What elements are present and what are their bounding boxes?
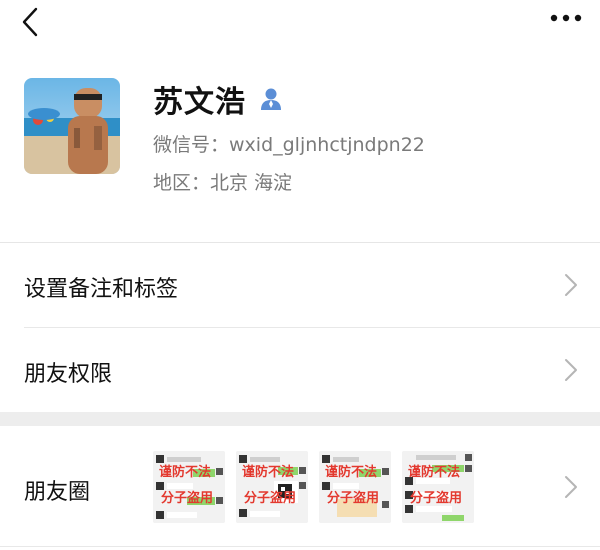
watermark-text: 分子盗用 xyxy=(161,491,214,506)
watermark-text: 谨防不法 xyxy=(242,465,295,480)
more-dots-icon xyxy=(550,14,582,22)
moments-thumbnail[interactable]: 谨防不法 分子盗用 xyxy=(153,451,225,523)
wechat-id: 微信号：wxid_gljnhctjndpn22 xyxy=(153,134,425,156)
back-button[interactable] xyxy=(12,4,48,40)
moments-thumbnail[interactable]: 谨防不法 分子盗用 xyxy=(402,451,474,523)
watermark-text: 谨防不法 xyxy=(408,465,461,480)
set-remark-and-tags-row[interactable]: 设置备注和标签 xyxy=(0,243,600,327)
bottom-divider xyxy=(0,546,600,547)
top-navigation-bar xyxy=(0,0,600,44)
avatar-photo xyxy=(24,78,120,174)
chevron-right-icon xyxy=(565,476,577,498)
friend-permissions-row[interactable]: 朋友权限 xyxy=(0,328,600,412)
profile-header: 苏文浩 微信号：wxid_gljnhctjndpn22 地区：北京 海淀 xyxy=(0,60,600,242)
watermark-text: 谨防不法 xyxy=(159,465,212,480)
set-remark-and-tags-label: 设置备注和标签 xyxy=(24,277,179,302)
user-badge-icon xyxy=(261,88,281,110)
chevron-right-icon xyxy=(565,359,577,381)
watermark-text: 分子盗用 xyxy=(327,491,380,506)
region: 地区：北京 海淀 xyxy=(153,172,293,194)
avatar[interactable] xyxy=(24,78,120,174)
watermark-text: 谨防不法 xyxy=(325,465,378,480)
moments-label: 朋友圈 xyxy=(24,480,91,505)
more-options-button[interactable] xyxy=(546,4,586,32)
moments-thumbnail[interactable]: 谨防不法 分子盗用 xyxy=(319,451,391,523)
chevron-left-icon xyxy=(22,7,38,37)
name-row: 苏文浩 xyxy=(153,77,284,121)
friend-permissions-label: 朋友权限 xyxy=(24,362,113,387)
contact-name: 苏文浩 xyxy=(153,85,246,120)
chevron-right-icon xyxy=(565,274,577,296)
moments-thumbnail[interactable]: 谨防不法 分子盗用 xyxy=(236,451,308,523)
watermark-text: 分子盗用 xyxy=(410,491,463,506)
watermark-text: 分子盗用 xyxy=(244,491,297,506)
section-gap xyxy=(0,412,600,426)
